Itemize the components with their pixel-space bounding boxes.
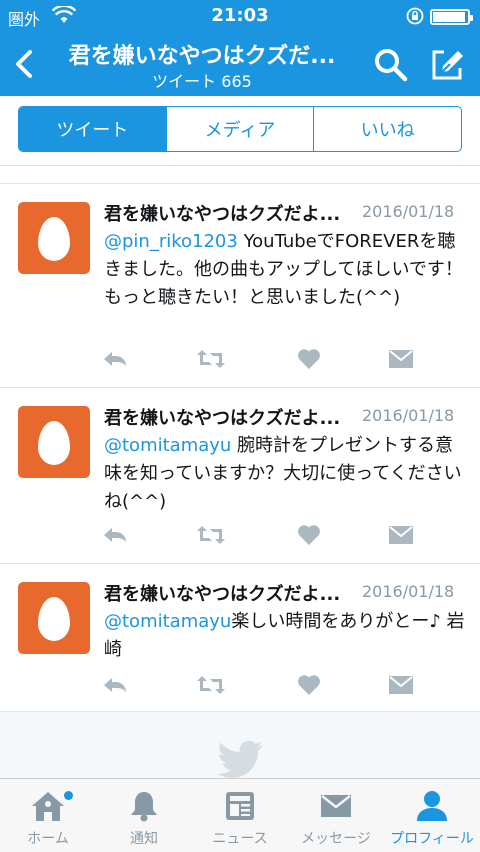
tab-home-label: ホーム bbox=[27, 831, 69, 847]
like-icon[interactable] bbox=[294, 672, 324, 698]
search-icon[interactable] bbox=[372, 46, 410, 84]
compose-icon[interactable] bbox=[428, 46, 466, 84]
message-icon bbox=[316, 789, 356, 823]
previous-tweet-edge bbox=[0, 166, 480, 184]
avatar[interactable] bbox=[18, 202, 90, 274]
tweet-actions bbox=[100, 672, 420, 698]
nav-bar: 君を嫌いなやつはクズだ... ツイート 665 bbox=[0, 32, 480, 96]
tweet-date: 2016/01/18 bbox=[362, 582, 455, 601]
tab-messages[interactable]: メッセージ bbox=[288, 779, 384, 852]
mention-link[interactable]: @pin_riko1203 bbox=[104, 231, 238, 252]
news-icon bbox=[220, 789, 260, 823]
profile-icon bbox=[412, 789, 452, 823]
tab-notifications[interactable]: 通知 bbox=[96, 779, 192, 852]
egg-icon bbox=[38, 421, 70, 465]
tab-news[interactable]: ニュース bbox=[192, 779, 288, 852]
tweet-date: 2016/01/18 bbox=[362, 202, 455, 221]
home-icon bbox=[28, 789, 68, 823]
segmented-tabs: ツイート メディア いいね bbox=[18, 106, 462, 152]
notification-dot bbox=[64, 791, 73, 800]
direct-message-icon[interactable] bbox=[386, 522, 416, 548]
egg-icon bbox=[38, 217, 70, 261]
avatar[interactable] bbox=[18, 582, 90, 654]
mention-link[interactable]: @tomitamayu bbox=[104, 611, 231, 632]
user-name[interactable]: 君を嫌いなやつはクズだよ... bbox=[104, 580, 360, 606]
tab-likes[interactable]: いいね bbox=[313, 107, 461, 151]
back-button[interactable] bbox=[8, 44, 40, 84]
direct-message-icon[interactable] bbox=[386, 672, 416, 698]
tweet-actions bbox=[100, 522, 420, 548]
tweet-text: @tomitamayu楽しい時間をありがとー♪ 岩崎 bbox=[104, 608, 466, 664]
tweet-date: 2016/01/18 bbox=[362, 406, 455, 425]
tweet-text: @pin_riko1203 YouTubeでFOREVERを聴きました。他の曲も… bbox=[104, 228, 466, 312]
reply-icon[interactable] bbox=[100, 522, 130, 548]
battery-fill bbox=[433, 12, 466, 22]
tweet-item[interactable]: 君を嫌いなやつはクズだよ... 2016/01/18 @tomitamayu楽し… bbox=[0, 564, 480, 712]
tab-tweets[interactable]: ツイート bbox=[19, 107, 166, 151]
tweet-text: @tomitamayu 腕時計をプレゼントする意味を知っていますか？大切に使って… bbox=[104, 432, 466, 516]
tweet-item[interactable]: 君を嫌いなやつはクズだよ... 2016/01/18 @tomitamayu 腕… bbox=[0, 388, 480, 564]
user-name[interactable]: 君を嫌いなやつはクズだよ... bbox=[104, 404, 360, 430]
battery-icon bbox=[430, 9, 473, 25]
egg-icon bbox=[38, 597, 70, 641]
retweet-icon[interactable] bbox=[196, 672, 226, 698]
avatar[interactable] bbox=[18, 406, 90, 478]
timeline-footer bbox=[0, 712, 480, 778]
bell-icon bbox=[124, 789, 164, 823]
tab-bar-container: ツイート メディア いいね bbox=[0, 96, 480, 166]
tab-home[interactable]: ホーム bbox=[0, 779, 96, 852]
like-icon[interactable] bbox=[294, 346, 324, 372]
direct-message-icon[interactable] bbox=[386, 346, 416, 372]
tweet-item[interactable]: 君を嫌いなやつはクズだよ... 2016/01/18 @pin_riko1203… bbox=[0, 184, 480, 388]
status-bar: 圏外 21:03 bbox=[0, 0, 480, 32]
user-name[interactable]: 君を嫌いなやつはクズだよ... bbox=[104, 200, 360, 226]
bottom-tab-bar: ホーム 通知 ニュース メッセージ プロフィール bbox=[0, 778, 480, 852]
rotation-lock-icon bbox=[406, 7, 424, 29]
tab-profile[interactable]: プロフィール bbox=[384, 779, 480, 852]
retweet-icon[interactable] bbox=[196, 522, 226, 548]
tab-media[interactable]: メディア bbox=[165, 107, 314, 151]
like-icon[interactable] bbox=[294, 522, 324, 548]
retweet-icon[interactable] bbox=[196, 346, 226, 372]
tweet-count: ツイート 665 bbox=[152, 72, 252, 91]
tab-profile-label: プロフィール bbox=[390, 831, 474, 847]
reply-icon[interactable] bbox=[100, 672, 130, 698]
twitter-bird-icon bbox=[217, 740, 264, 778]
tab-notifications-label: 通知 bbox=[130, 831, 158, 847]
tweet-actions bbox=[100, 346, 420, 372]
mention-link[interactable]: @tomitamayu bbox=[104, 435, 231, 456]
tab-news-label: ニュース bbox=[212, 831, 268, 847]
tab-messages-label: メッセージ bbox=[301, 831, 371, 847]
page-title: 君を嫌いなやつはクズだ... bbox=[68, 44, 336, 69]
reply-icon[interactable] bbox=[100, 346, 130, 372]
